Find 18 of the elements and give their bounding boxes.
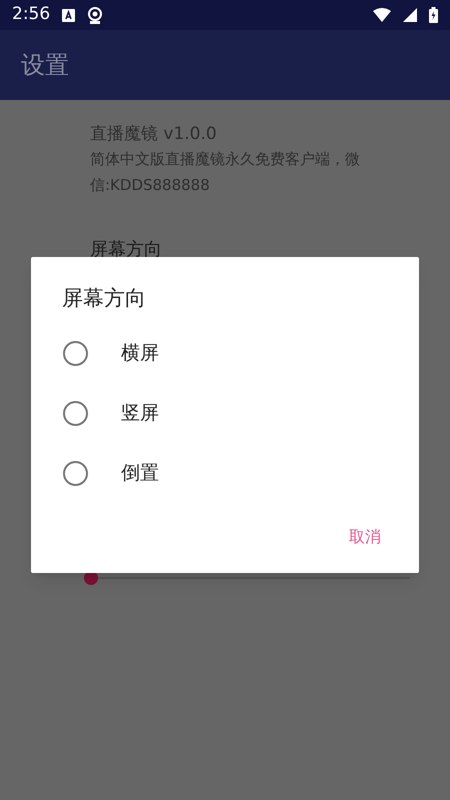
radio-button[interactable] (63, 340, 88, 366)
radio-option[interactable]: 倒置 (31, 443, 419, 503)
dialog-title: 屏幕方向 (62, 285, 146, 312)
status-time: 2:56 (12, 3, 50, 26)
radio-option[interactable]: 横屏 (31, 323, 419, 383)
app-bar-title: 设置 (21, 50, 69, 81)
webcam-icon (87, 6, 104, 24)
radio-button[interactable] (63, 460, 88, 486)
slider[interactable] (84, 570, 410, 586)
signal-icon (403, 8, 417, 22)
battery-icon (429, 7, 438, 23)
preference-summary: 简体中文版直播魔镜永久免费客户端，微信:KDDS888888 (90, 149, 361, 196)
radio-button[interactable] (63, 400, 88, 426)
app-notification-icon (62, 8, 76, 22)
preference-title: 屏幕方向 (90, 238, 163, 262)
radio-option[interactable]: 竖屏 (31, 383, 419, 443)
wifi-icon (373, 8, 391, 22)
preference-title: 直播魔镜 v1.0.0 (90, 123, 218, 146)
